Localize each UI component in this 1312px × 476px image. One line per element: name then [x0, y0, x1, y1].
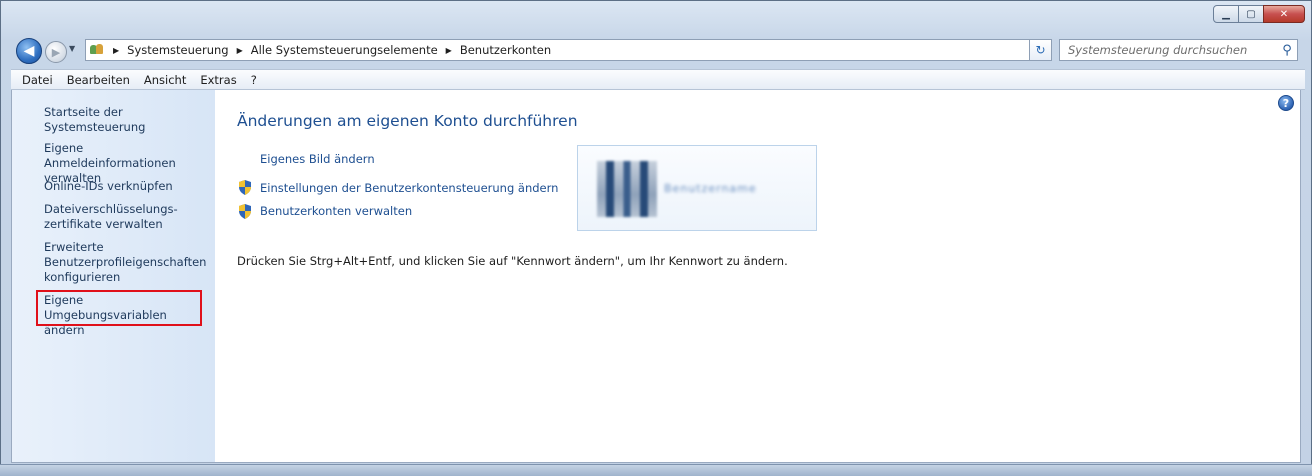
account-tile: Benutzername [577, 145, 817, 231]
uac-shield-icon [239, 204, 251, 219]
avatar[interactable] [597, 161, 657, 217]
task-manage-accounts[interactable]: Benutzerkonten verwalten [260, 204, 412, 218]
highlight-box [36, 290, 202, 326]
minimize-button[interactable]: ▁ [1213, 5, 1239, 23]
breadcrumb-separator-icon[interactable]: ▶ [113, 46, 119, 55]
window-frame: ▁ ▢ ✕ ◀ ▶ ▼ ▶ Systemsteuerung ▶ Alle Sys… [0, 0, 1312, 470]
menu-datei[interactable]: Datei [15, 73, 60, 87]
task-sidebar: Startseite der Systemsteuerung Eigene An… [12, 90, 215, 462]
breadcrumb-separator-icon[interactable]: ▶ [446, 46, 452, 55]
recent-pages-dropdown[interactable]: ▼ [69, 44, 75, 53]
forward-button[interactable]: ▶ [45, 41, 67, 63]
maximize-button[interactable]: ▢ [1238, 5, 1264, 23]
sidebar-item-online-ids[interactable]: Online-IDs verknüpfen [44, 179, 214, 194]
uac-shield-icon [239, 180, 251, 195]
menu-help[interactable]: ? [244, 73, 264, 87]
account-name: Benutzername [664, 182, 757, 195]
menu-extras[interactable]: Extras [193, 73, 243, 87]
back-button[interactable]: ◀ [16, 38, 42, 64]
content-area: Startseite der Systemsteuerung Eigene An… [11, 90, 1301, 463]
search-input[interactable] [1060, 42, 1277, 58]
navigation-bar: ◀ ▶ ▼ ▶ Systemsteuerung ▶ Alle Systemste… [11, 37, 1305, 65]
task-uac-settings[interactable]: Einstellungen der Benutzerkontensteuerun… [260, 181, 558, 195]
taskbar-strip [0, 464, 1312, 476]
search-box[interactable]: ⚲ [1059, 39, 1298, 61]
breadcrumb-alle-elemente[interactable]: Alle Systemsteuerungselemente [251, 43, 438, 57]
refresh-button[interactable]: ↻ [1029, 39, 1052, 61]
password-instruction: Drücken Sie Strg+Alt+Entf, und klicken S… [237, 254, 788, 268]
sidebar-item-benutzerprofile[interactable]: Erweiterte Benutzerprofileigenschaften k… [44, 240, 206, 285]
address-bar[interactable]: ▶ Systemsteuerung ▶ Alle Systemsteuerung… [85, 39, 1052, 61]
help-icon[interactable]: ? [1278, 95, 1294, 111]
search-icon[interactable]: ⚲ [1277, 43, 1297, 58]
breadcrumb-systemsteuerung[interactable]: Systemsteuerung [127, 43, 228, 57]
caption-buttons: ▁ ▢ ✕ [1213, 5, 1305, 23]
menu-ansicht[interactable]: Ansicht [137, 73, 193, 87]
control-panel-users-icon [89, 43, 105, 57]
breadcrumb-benutzerkonten[interactable]: Benutzerkonten [460, 43, 551, 57]
task-change-picture[interactable]: Eigenes Bild ändern [260, 152, 375, 166]
page-title: Änderungen am eigenen Konto durchführen [237, 112, 578, 130]
sidebar-item-startseite[interactable]: Startseite der Systemsteuerung [44, 105, 214, 135]
menu-bearbeiten[interactable]: Bearbeiten [60, 73, 137, 87]
sidebar-item-zertifikate[interactable]: Dateiverschlüsselungs-zertifikate verwal… [44, 202, 178, 232]
breadcrumb-separator-icon[interactable]: ▶ [237, 46, 243, 55]
close-button[interactable]: ✕ [1263, 5, 1305, 23]
menu-bar: Datei Bearbeiten Ansicht Extras ? [11, 69, 1305, 90]
